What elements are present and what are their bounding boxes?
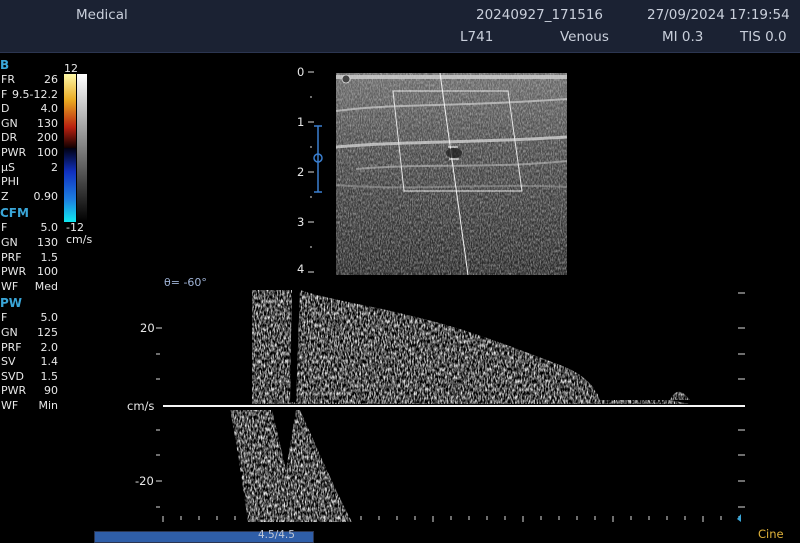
cine-position: 4.5/4.5 <box>258 529 295 541</box>
velocity-unit-label: cm/s <box>127 399 155 413</box>
cine-label[interactable]: Cine <box>758 527 784 541</box>
velocity-label-positive: 20 <box>140 321 155 335</box>
velocity-label-negative: -20 <box>135 474 154 488</box>
spectral-doppler-display[interactable] <box>0 0 800 543</box>
